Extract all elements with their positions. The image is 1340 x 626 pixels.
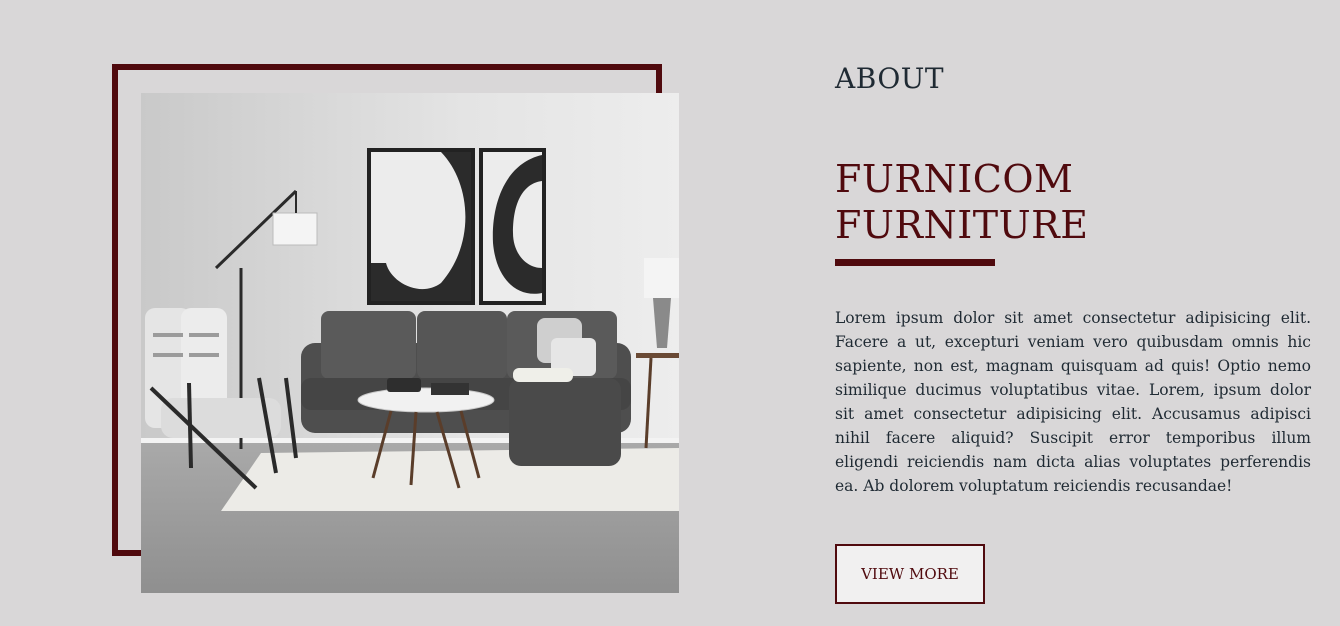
brand-title-line1: FURNICOM <box>835 157 1074 201</box>
brand-title-line2: FURNITURE <box>835 203 1089 247</box>
brand-title: FURNICOM FURNITURE <box>835 156 1255 248</box>
about-paragraph: Lorem ipsum dolor sit amet consectetur a… <box>835 309 1311 495</box>
view-more-button[interactable]: VIEW MORE <box>835 544 985 604</box>
living-room-image <box>141 93 679 593</box>
section-label: ABOUT <box>835 62 945 95</box>
title-underline <box>835 259 995 266</box>
